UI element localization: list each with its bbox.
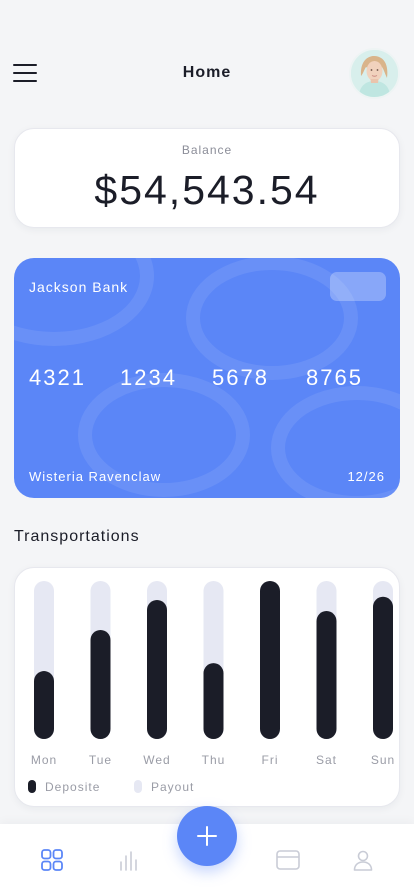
balance-label: Balance: [181, 143, 233, 157]
legend-label: Payout: [151, 780, 195, 794]
add-button[interactable]: [177, 806, 237, 866]
nav-profile[interactable]: [347, 844, 379, 876]
balance-amount: $54,543.54: [94, 167, 320, 213]
header: Home: [0, 0, 414, 120]
bar-deposite-thu[interactable]: [203, 663, 224, 739]
x-tick-label: Sat: [316, 753, 337, 767]
legend-item-deposite: Deposite: [28, 780, 100, 796]
x-tick-label: Thu: [202, 753, 226, 767]
nav-cards[interactable]: [272, 844, 304, 876]
card-number-group: 1234: [120, 365, 177, 390]
legend-swatch-payout: [134, 780, 142, 793]
section-title: Transportations: [14, 528, 140, 545]
transportations-bar-chart: Mon Tue Wed Thu Fri Sat Sun: [31, 581, 395, 767]
bar-chart-icon: [120, 851, 137, 871]
bar-deposite-fri[interactable]: [260, 581, 280, 739]
card-number-group: 4321: [29, 365, 86, 390]
bar-deposite-sat[interactable]: [316, 611, 337, 739]
x-tick-label: Sun: [371, 753, 395, 767]
balance-card: Balance $54,543.54: [14, 128, 400, 228]
dashboard-grid-icon: [41, 849, 63, 871]
plus-icon: [197, 826, 217, 846]
card-number-group: 5678: [212, 365, 269, 390]
x-tick-label: Mon: [31, 753, 57, 767]
x-tick-label: Tue: [89, 753, 112, 767]
nav-dashboard[interactable]: [36, 844, 68, 876]
credit-card-icon: [276, 850, 300, 870]
bar-deposite-wed[interactable]: [147, 599, 167, 739]
bar-deposite-mon[interactable]: [34, 671, 54, 739]
legend-label: Deposite: [45, 780, 101, 794]
bank-card[interactable]: Jackson Bank 4321 1234 5678 8765 Wisteri…: [14, 258, 400, 498]
card-chip: [330, 272, 386, 301]
user-profile-icon: [353, 850, 373, 871]
bank-name: Jackson Bank: [29, 279, 129, 295]
card-decoration-ring: [14, 258, 154, 346]
nav-statistics[interactable]: [112, 844, 144, 876]
x-tick-label: Fri: [262, 753, 279, 767]
bar-deposite-sun[interactable]: [373, 596, 393, 739]
legend-item-payout: Payout: [134, 780, 194, 796]
bar-deposite-tue[interactable]: [90, 629, 111, 739]
x-tick-label: Wed: [143, 753, 170, 767]
card-number-group: 8765: [306, 365, 363, 390]
legend-swatch-deposite: [28, 780, 36, 793]
transportations-chart-card: Mon Tue Wed Thu Fri Sat Sun Deposite Payout: [14, 567, 400, 807]
home-screen: Home Balance $54,543.54 Jackson Bank 432…: [0, 0, 414, 896]
card-holder-name: Wisteria Ravenclaw: [29, 469, 162, 484]
avatar[interactable]: [349, 48, 400, 99]
card-expiry: 12/26: [347, 469, 385, 484]
